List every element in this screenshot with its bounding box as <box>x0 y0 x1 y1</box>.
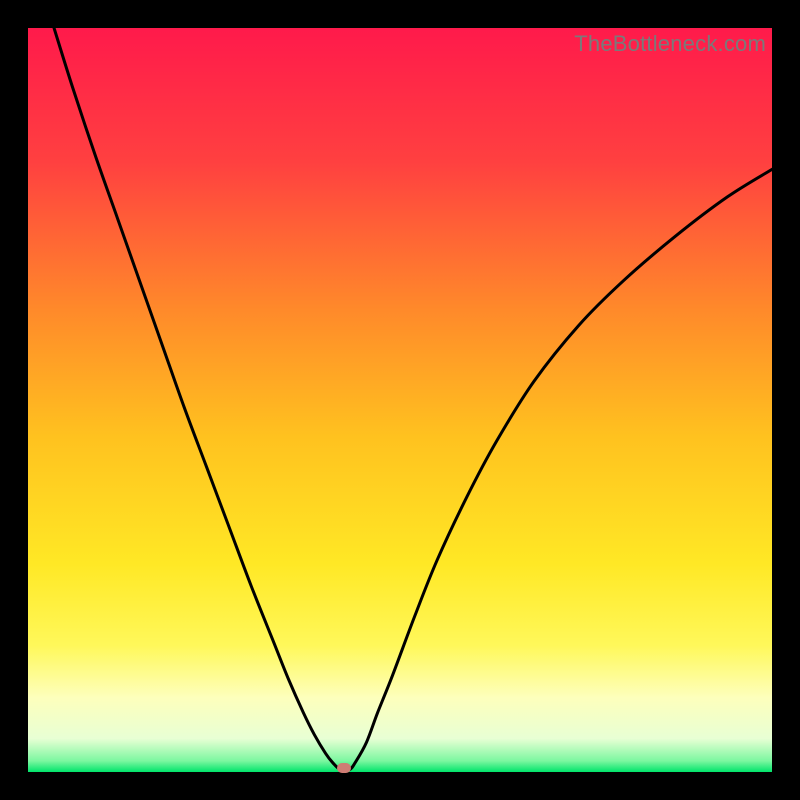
gradient-background <box>28 28 772 772</box>
optimum-marker <box>337 763 351 773</box>
watermark-text: TheBottleneck.com <box>574 31 766 57</box>
bottleneck-chart <box>28 28 772 772</box>
chart-frame: TheBottleneck.com <box>28 28 772 772</box>
